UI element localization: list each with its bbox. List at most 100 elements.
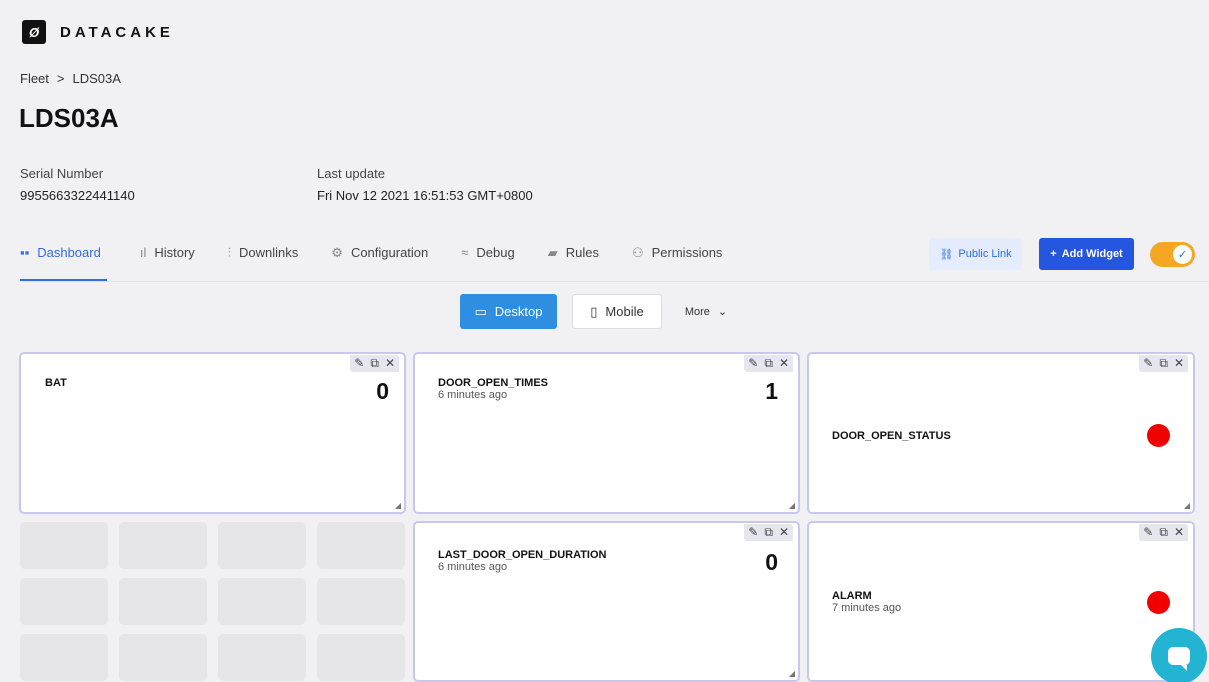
add-widget-label: Add Widget [1061, 248, 1123, 260]
tab-rules[interactable]: ▰ Rules [548, 240, 599, 281]
tab-downlinks[interactable]: ⫶ Downlinks [228, 240, 299, 281]
close-icon[interactable]: ✕ [779, 525, 789, 540]
edit-mode-toggle[interactable]: ✓ [1150, 242, 1195, 267]
phone-icon: ▯ [590, 303, 598, 319]
rss-icon: ≈ [461, 245, 469, 260]
close-icon[interactable]: ✕ [1174, 356, 1184, 371]
tab-dashboard[interactable]: ▪▪ Dashboard [20, 240, 107, 281]
resize-handle-icon[interactable]: ◢ [789, 501, 795, 510]
tab-label: Permissions [651, 245, 723, 260]
empty-slot [20, 522, 108, 569]
tab-label: History [154, 245, 195, 260]
copy-icon[interactable]: ⧉ [764, 525, 773, 540]
close-icon[interactable]: ✕ [779, 356, 789, 371]
copy-icon[interactable]: ⧉ [1159, 525, 1168, 540]
last-update-block: Last update Fri Nov 12 2021 16:51:53 GMT… [317, 163, 533, 207]
tab-history[interactable]: ıl History [140, 240, 195, 281]
status-indicator-dot [1147, 591, 1170, 614]
widget-toolbar: ✎ ⧉ ✕ [350, 355, 399, 372]
status-indicator-dot [1147, 424, 1170, 447]
public-link-button[interactable]: ⛓ Public Link [929, 238, 1022, 270]
widget-title: BAT [45, 377, 67, 389]
tab-debug[interactable]: ≈ Debug [461, 240, 514, 281]
tab-label: Configuration [350, 245, 429, 260]
link-icon: ⛓ [939, 248, 954, 261]
public-link-label: Public Link [958, 248, 1012, 260]
empty-slot [317, 578, 405, 625]
tab-label: Debug [476, 245, 515, 260]
tab-configuration[interactable]: ⚙ Configuration [331, 240, 428, 281]
widget-toolbar: ✎ ⧉ ✕ [1139, 524, 1188, 541]
bar-chart-icon: ıl [139, 245, 147, 260]
widget-door-open-times[interactable]: ✎ ⧉ ✕ DOOR_OPEN_TIMES 6 minutes ago 1 ◢ [413, 352, 800, 514]
chat-icon: ▰ [547, 245, 558, 260]
copy-icon[interactable]: ⧉ [370, 356, 379, 371]
widget-door-open-status[interactable]: ✎ ⧉ ✕ DOOR_OPEN_STATUS ◢ [807, 352, 1195, 514]
datacake-logo-icon: Ø [22, 20, 46, 44]
widget-last-door-open-duration[interactable]: ✎ ⧉ ✕ LAST_DOOR_OPEN_DURATION 6 minutes … [413, 521, 800, 682]
brand-name: DATACAKE [60, 23, 174, 41]
widget-timestamp: 7 minutes ago [832, 602, 902, 614]
empty-slot [20, 634, 108, 681]
breadcrumb-current: LDS03A [72, 71, 121, 86]
tab-permissions[interactable]: ⚇ Permissions [632, 240, 722, 281]
resize-handle-icon[interactable]: ◢ [789, 669, 795, 678]
close-icon[interactable]: ✕ [385, 356, 395, 371]
mobile-view-button[interactable]: ▯ Mobile [572, 294, 662, 329]
empty-slot [317, 634, 405, 681]
widget-toolbar: ✎ ⧉ ✕ [1139, 355, 1188, 372]
widget-title: LAST_DOOR_OPEN_DURATION [438, 549, 607, 561]
empty-slot [218, 522, 306, 569]
desktop-label: Desktop [494, 304, 543, 319]
copy-icon[interactable]: ⧉ [1159, 356, 1168, 371]
empty-slot [218, 634, 306, 681]
serial-number-block: Serial Number 9955663322441140 [20, 163, 135, 207]
plus-icon: + [1050, 248, 1057, 260]
page-title: LDS03A [19, 103, 119, 133]
serial-number-label: Serial Number [20, 166, 104, 181]
edit-icon[interactable]: ✎ [1143, 356, 1153, 371]
add-widget-button[interactable]: + Add Widget [1039, 238, 1134, 270]
resize-handle-icon[interactable]: ◢ [1184, 501, 1190, 510]
gear-icon: ⚙ [331, 245, 343, 260]
widget-value: 1 [765, 378, 778, 404]
grid-icon: ▪▪ [20, 245, 30, 260]
mobile-label: Mobile [605, 304, 644, 319]
breadcrumb: Fleet > LDS03A [20, 71, 121, 86]
more-dropdown[interactable]: More ⌄ [676, 294, 736, 329]
edit-icon[interactable]: ✎ [354, 356, 364, 371]
widget-title: DOOR_OPEN_TIMES [438, 377, 549, 389]
widget-bat[interactable]: ✎ ⧉ ✕ BAT 0 ◢ [19, 352, 406, 514]
monitor-icon: ▭ [474, 303, 487, 319]
more-label: More [684, 305, 710, 318]
tabs-divider [20, 281, 1209, 282]
widget-title: DOOR_OPEN_STATUS [832, 430, 951, 442]
users-icon: ⚇ [631, 245, 644, 260]
edit-icon[interactable]: ✎ [1143, 525, 1153, 540]
serial-number-value: 9955663322441140 [20, 188, 135, 203]
widget-value: 0 [376, 378, 389, 404]
close-icon[interactable]: ✕ [1174, 525, 1184, 540]
empty-slot [119, 578, 207, 625]
chat-launcher-button[interactable] [1151, 628, 1207, 682]
empty-slot [119, 634, 207, 681]
breadcrumb-fleet-link[interactable]: Fleet [20, 71, 49, 86]
resize-handle-icon[interactable]: ◢ [395, 501, 401, 510]
empty-slot [317, 522, 405, 569]
brand[interactable]: Ø DATACAKE [22, 20, 174, 44]
edit-icon[interactable]: ✎ [748, 356, 758, 371]
device-tabs: ▪▪ Dashboard ıl History ⫶ Downlinks ⚙ Co… [20, 240, 755, 282]
widget-timestamp: 6 minutes ago [438, 561, 508, 573]
widget-alarm[interactable]: ✎ ⧉ ✕ ALARM 7 minutes ago ◢ [807, 521, 1195, 682]
widget-toolbar: ✎ ⧉ ✕ [744, 524, 793, 541]
widget-timestamp: 6 minutes ago [438, 389, 508, 401]
check-icon: ✓ [1173, 245, 1192, 264]
copy-icon[interactable]: ⧉ [764, 356, 773, 371]
empty-slot [20, 578, 108, 625]
breadcrumb-separator: > [56, 71, 65, 86]
sliders-icon: ⫶ [227, 245, 232, 260]
edit-icon[interactable]: ✎ [748, 525, 758, 540]
desktop-view-button[interactable]: ▭ Desktop [460, 294, 557, 329]
tab-label: Downlinks [239, 245, 299, 260]
empty-slot [119, 522, 207, 569]
